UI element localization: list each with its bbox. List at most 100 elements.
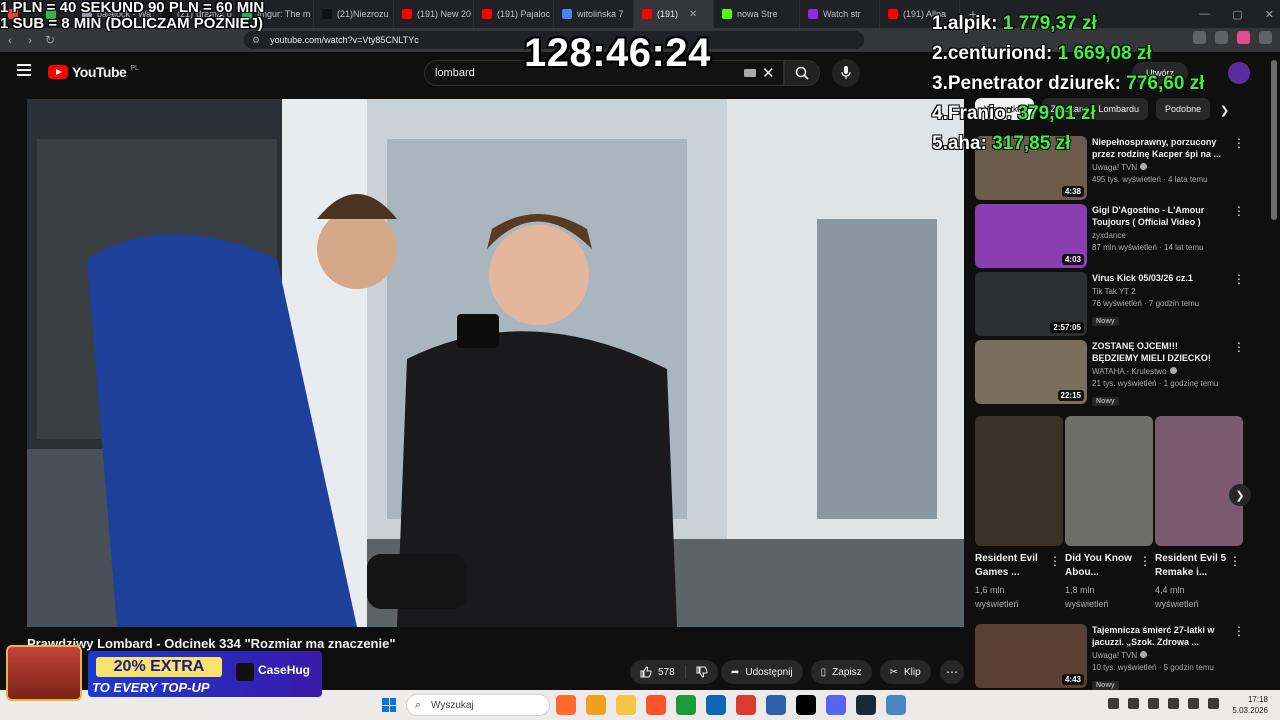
taskbar-app-icon[interactable] bbox=[736, 695, 756, 715]
short-thumbnail[interactable] bbox=[1065, 416, 1153, 546]
shorts-next-button[interactable]: ❯ bbox=[1229, 484, 1251, 506]
more-vertical-icon[interactable]: ⋮ bbox=[1233, 624, 1245, 638]
volume-icon[interactable] bbox=[1208, 698, 1219, 709]
taskbar-app-icon[interactable] bbox=[676, 695, 696, 715]
clip-button[interactable]: ✂ Klip bbox=[879, 660, 931, 684]
cloud-icon[interactable] bbox=[1148, 698, 1159, 709]
taskbar-app-icon[interactable] bbox=[616, 695, 636, 715]
list-item[interactable]: 4:03 Gigi D'Agostino - L'Amour Toujours (… bbox=[975, 204, 1245, 270]
browser-tab[interactable]: (191) New 20 bbox=[394, 0, 474, 28]
short-title: Resident Evil 5 Remake i... bbox=[1155, 553, 1227, 578]
menu-icon[interactable] bbox=[1259, 31, 1272, 44]
scrollbar-thumb[interactable] bbox=[1271, 60, 1277, 220]
menu-icon[interactable] bbox=[17, 64, 31, 76]
like-button[interactable]: 578 bbox=[630, 660, 685, 684]
extension-icons bbox=[1193, 31, 1272, 44]
video-thumbnail[interactable]: 2:57:05 bbox=[975, 272, 1087, 336]
video-title: Gigi D'Agostino - L'Amour Toujours ( Off… bbox=[1092, 205, 1205, 227]
channel-name[interactable]: Uwaga! TVN bbox=[1092, 162, 1222, 174]
video-actions: ➦ Udostępnij ▯ Zapisz ✂ Klip bbox=[721, 660, 931, 684]
short-card[interactable]: Did You Know Abou... 1,8 mln wyświetleń ⋮ bbox=[1065, 416, 1153, 616]
browser-tab[interactable]: Watch str bbox=[800, 0, 880, 28]
subathon-timer: 128:46:24 bbox=[524, 31, 711, 75]
duration-badge: 22:15 bbox=[1057, 390, 1084, 401]
donation-rule-line: 1 PLN = 40 SEKUND 90 PLN = 60 MIN bbox=[0, 0, 265, 16]
site-info-icon[interactable]: ⚙ bbox=[252, 35, 260, 46]
youtube-logo[interactable]: YouTube PL bbox=[48, 64, 139, 80]
taskbar-app-icon[interactable] bbox=[556, 695, 576, 715]
wifi-icon[interactable] bbox=[1188, 698, 1199, 709]
video-thumbnail[interactable]: 4:03 bbox=[975, 204, 1087, 268]
taskbar-app-icon[interactable] bbox=[586, 695, 606, 715]
channel-label: Uwaga! TVN bbox=[1092, 163, 1138, 172]
dislike-button[interactable] bbox=[686, 660, 718, 684]
tab-label: (191) Pajaloc bbox=[497, 9, 551, 19]
more-vertical-icon[interactable]: ⋮ bbox=[1229, 554, 1241, 568]
network-icon[interactable] bbox=[1128, 698, 1139, 709]
browser-tab[interactable]: witolińska 7 bbox=[554, 0, 634, 28]
channel-name[interactable]: zyxdance bbox=[1092, 230, 1222, 242]
clear-search-icon[interactable]: ✕ bbox=[762, 64, 775, 82]
taskbar-app-icon[interactable] bbox=[826, 695, 846, 715]
short-thumbnail[interactable] bbox=[975, 416, 1063, 546]
forward-icon[interactable]: › bbox=[20, 33, 40, 47]
page-scrollbar[interactable] bbox=[1271, 56, 1277, 686]
chevron-right-icon[interactable]: ❯ bbox=[1220, 104, 1229, 117]
share-button[interactable]: ➦ Udostępnij bbox=[721, 660, 803, 684]
taskbar-app-icon[interactable] bbox=[646, 695, 666, 715]
short-thumbnail[interactable] bbox=[1155, 416, 1243, 546]
more-actions-button[interactable]: ⋯ bbox=[940, 660, 964, 684]
short-views: 1,6 mln wyświetleń bbox=[975, 585, 1019, 609]
browser-tab[interactable]: (191) Pajaloc bbox=[474, 0, 554, 28]
channel-name[interactable]: Uwaga! TVN bbox=[1092, 650, 1222, 662]
donor-name: 3.Penetrator dziurek: bbox=[932, 73, 1127, 94]
list-item[interactable]: 22:15 ZOSTANĘ OJCEM!!! BĘDZIEMY MIELI DZI… bbox=[975, 340, 1245, 406]
extension-icon[interactable] bbox=[1237, 31, 1250, 44]
windows-start-icon[interactable] bbox=[382, 698, 396, 712]
search-button[interactable] bbox=[784, 60, 820, 86]
taskbar-app-icon[interactable] bbox=[886, 695, 906, 715]
microphone-icon[interactable] bbox=[1168, 698, 1179, 709]
taskbar-search[interactable]: ⌕ Wyszukaj bbox=[406, 694, 550, 716]
list-item[interactable]: 4:43 Tajemnicza śmierć 27-latki w jacuzz… bbox=[975, 624, 1245, 690]
taskbar-app-icon[interactable] bbox=[856, 695, 876, 715]
save-button[interactable]: ▯ Zapisz bbox=[810, 660, 872, 684]
short-card[interactable]: Resident Evil 5 Remake i... 4,4 mln wyświ… bbox=[1155, 416, 1243, 616]
tab-favicon-icon bbox=[402, 9, 412, 19]
list-item[interactable]: 2:57:05 Virus Kick 05/03/26 cz.1 Tik Tak Y… bbox=[975, 272, 1245, 338]
donor-name: 2.centuriond: bbox=[932, 43, 1058, 64]
voice-search-button[interactable] bbox=[832, 59, 860, 87]
more-vertical-icon[interactable]: ⋮ bbox=[1233, 340, 1245, 354]
video-thumbnail[interactable]: 4:43 bbox=[975, 624, 1087, 688]
tab-favicon-icon bbox=[562, 9, 572, 19]
channel-name[interactable]: Tik Tak YT 2 bbox=[1092, 286, 1222, 298]
back-icon[interactable]: ‹ bbox=[0, 33, 20, 47]
taskbar-app-icon[interactable] bbox=[766, 695, 786, 715]
short-card[interactable]: Resident Evil Games ... 1,6 mln wyświetle… bbox=[975, 416, 1063, 616]
keyboard-icon[interactable] bbox=[744, 69, 756, 77]
taskbar-app-icon[interactable] bbox=[796, 695, 816, 715]
extension-icon[interactable] bbox=[1215, 31, 1228, 44]
more-vertical-icon[interactable]: ⋮ bbox=[1233, 204, 1245, 218]
system-clock[interactable]: 17:18 5.03.2026 bbox=[1228, 694, 1268, 716]
close-tab-icon[interactable]: ✕ bbox=[689, 9, 697, 20]
video-stats: 10 tys. wyświetleń · 5 godzin temu bbox=[1092, 663, 1214, 672]
taskbar-app-icon[interactable] bbox=[706, 695, 726, 715]
browser-tab[interactable]: nowa Stre bbox=[714, 0, 800, 28]
video-frame bbox=[27, 99, 964, 627]
browser-tab[interactable]: (21)Niezrozu bbox=[314, 0, 394, 28]
more-vertical-icon[interactable]: ⋮ bbox=[1233, 136, 1245, 150]
close-icon[interactable]: ✕ bbox=[1265, 8, 1274, 21]
video-thumbnail[interactable]: 22:15 bbox=[975, 340, 1087, 404]
browser-tab[interactable]: (191) ✕ bbox=[634, 0, 714, 28]
channel-name[interactable]: WATAHA - Krulestwo bbox=[1092, 366, 1222, 378]
more-vertical-icon[interactable]: ⋮ bbox=[1233, 272, 1245, 286]
more-vertical-icon[interactable]: ⋮ bbox=[1049, 554, 1061, 568]
maximize-icon[interactable]: ▢ bbox=[1232, 8, 1242, 21]
chevron-right-icon: ❯ bbox=[1235, 489, 1245, 502]
video-player[interactable] bbox=[27, 99, 964, 627]
reload-icon[interactable]: ↻ bbox=[40, 33, 60, 47]
avatar[interactable] bbox=[1228, 62, 1250, 84]
more-vertical-icon[interactable]: ⋮ bbox=[1139, 554, 1151, 568]
chevron-up-icon[interactable] bbox=[1108, 698, 1119, 709]
